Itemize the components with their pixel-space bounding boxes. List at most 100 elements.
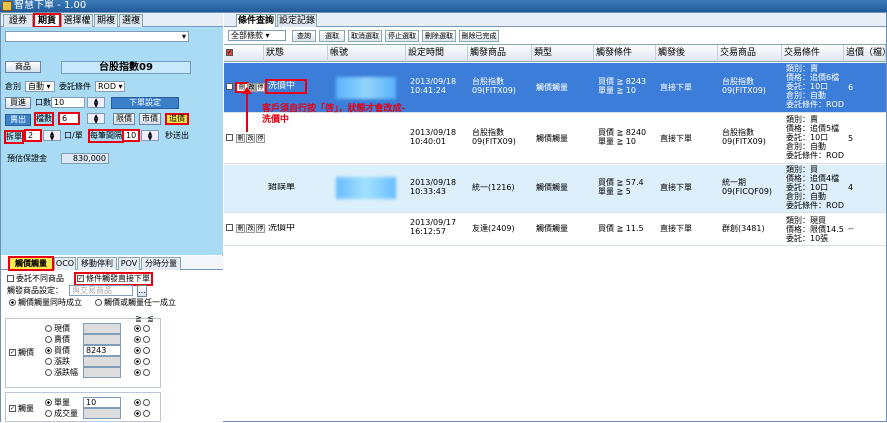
delete-icon[interactable]: 刪 (236, 224, 245, 233)
vol-ge-le-1[interactable] (134, 398, 152, 408)
radio-all[interactable] (9, 299, 16, 306)
sell-button[interactable]: 賣出 (5, 114, 31, 126)
margin-label: 預估保證金 (7, 154, 47, 163)
radio-all-option[interactable]: 觸價觸量同時成立 (9, 298, 82, 308)
price-field-2[interactable] (83, 334, 121, 345)
delete-select-button[interactable]: 刪除選取 (422, 30, 456, 42)
volume-field[interactable]: 10 (83, 397, 121, 408)
price-field-5[interactable] (83, 367, 121, 378)
price-opt-1[interactable]: 現價 (45, 324, 70, 334)
order-form: ▾ 商品 台股指數09 倉別 自動 ▾ 委託條件 ROD ▾ 買進 口數 10 … (1, 27, 223, 255)
price-check[interactable]: ✓ 觸價 (9, 348, 34, 358)
chase-button[interactable]: 追價 (165, 113, 189, 125)
select-button[interactable]: 選取 (319, 30, 345, 42)
radio-any[interactable] (95, 299, 102, 306)
price-ge-le-2[interactable] (134, 335, 152, 345)
price-opt-2[interactable]: 賣價 (45, 335, 70, 345)
vol-opt-1[interactable]: 單量 (45, 398, 70, 408)
place-order-button[interactable]: 下單設定 (111, 97, 179, 109)
cancel-select-button[interactable]: 取消選取 (348, 30, 382, 42)
col-chase[interactable]: 追價（檔） (844, 45, 887, 62)
col-after[interactable]: 觸發後 (656, 45, 718, 62)
start-icon[interactable]: 停 (256, 83, 265, 92)
trigger-product-field[interactable]: 與交易商品 (69, 285, 133, 296)
limit-button[interactable]: 限價 (113, 113, 135, 125)
table-row[interactable]: 刪 改 停 洗價中 2013/09/17 16:12:57 友達(2409) 觸… (224, 214, 886, 246)
tab-futures[interactable]: 期貨 (33, 13, 61, 28)
price-opt-5[interactable]: 漲跌幅 (45, 368, 78, 378)
tab-stock[interactable]: 證券 (3, 14, 33, 27)
price-opt-4[interactable]: 漲跌 (45, 357, 70, 367)
price-field[interactable]: 8243 (83, 345, 121, 356)
row-trade-condition: 類別：賣 價格：追價5檔 委託：10口 倉別：自動 委託條件：ROD (786, 115, 844, 160)
price-ge-le-3[interactable] (134, 346, 152, 356)
tab-options[interactable]: 選擇權 (61, 14, 93, 27)
select-all-col[interactable]: ✓ (224, 45, 264, 62)
col-type[interactable]: 類型 (532, 45, 594, 62)
tab-pov[interactable]: POV (118, 257, 140, 270)
stop-icon[interactable]: 停 (256, 134, 265, 143)
buy-button[interactable]: 買進 (5, 97, 31, 109)
vol-ge-le-2[interactable] (134, 409, 152, 419)
lots-stepper[interactable]: ▲ ▼ (87, 97, 105, 109)
market-button[interactable]: 市價 (139, 113, 161, 125)
product-button[interactable]: 商品 (5, 61, 41, 73)
row-status: 錯誤單 (268, 183, 296, 192)
tab-condition-query[interactable]: 條件查詢 (236, 14, 276, 27)
tab-options-combo[interactable]: 選複 (119, 14, 143, 27)
price-field-4[interactable] (83, 356, 121, 367)
price-opt-3[interactable]: 買價 (45, 346, 70, 356)
interval-field[interactable]: 10 (122, 129, 140, 142)
row-status: 洗價中 (268, 224, 296, 233)
edit-icon[interactable]: 改 (246, 224, 255, 233)
radio-any-option[interactable]: 觸價或觸量任一成立 (95, 298, 176, 308)
tab-time-split[interactable]: 分時分量 (141, 257, 181, 270)
vol-opt-2[interactable]: 成交量 (45, 409, 78, 419)
price-ge-le-4[interactable] (134, 357, 152, 367)
tab-settings-log[interactable]: 設定記錄 (277, 14, 317, 27)
tab-futures-combo[interactable]: 期複 (94, 14, 118, 27)
condition-select[interactable]: ROD ▾ (95, 81, 125, 92)
diff-product-option[interactable]: 委託不同商品 (7, 274, 64, 284)
price-ge-le-5[interactable] (134, 368, 152, 378)
price-ge-le-1[interactable] (134, 324, 152, 334)
stop-icon[interactable]: 停 (256, 224, 265, 233)
filter-select[interactable]: 全部條款 ▾ (228, 30, 286, 41)
col-trade-condition[interactable]: 交易條件 (782, 45, 844, 62)
col-status[interactable]: 狀態 (264, 45, 328, 62)
split-field[interactable]: 2 (24, 129, 42, 142)
col-trigger-product[interactable]: 觸發商品 (468, 45, 532, 62)
stop-select-button[interactable]: 停止選取 (385, 30, 419, 42)
tab-price-volume[interactable]: 觸價觸量 (8, 256, 54, 271)
direct-order-checkbox[interactable]: ✓ (77, 275, 84, 282)
split-stepper[interactable]: ▲ ▼ (43, 130, 61, 142)
col-condition[interactable]: 觸發條件 (594, 45, 656, 62)
price-field-1[interactable] (83, 323, 121, 334)
split-label: 拆單 (4, 130, 24, 144)
delete-icon[interactable]: 刪 (236, 134, 245, 143)
diff-product-checkbox[interactable] (7, 275, 14, 282)
tab-oco[interactable]: OCO (54, 257, 76, 270)
edit-icon[interactable]: 改 (246, 134, 255, 143)
account-select[interactable]: ▾ (5, 31, 189, 42)
col-trade-product[interactable]: 交易商品 (718, 45, 782, 62)
query-button[interactable]: 查詢 (292, 30, 316, 42)
row-trigger-product: 台股指數 09(FITX09) (472, 128, 516, 146)
table-row[interactable]: 錯誤單 2013/09/18 10:33:43 統一(1216) 觸價觸量 買價… (224, 165, 886, 213)
row-type: 觸價觸量 (536, 83, 568, 92)
position-select[interactable]: 自動 ▾ (25, 81, 55, 92)
col-time[interactable]: 設定時間 (406, 45, 468, 62)
ticks-field[interactable]: 6 (58, 112, 80, 125)
ticks-stepper[interactable]: ▲ ▼ (87, 113, 105, 125)
volume-field-2[interactable] (83, 408, 121, 419)
col-account[interactable]: 帳號 (328, 45, 406, 62)
tab-trailing[interactable]: 移動停利 (77, 257, 117, 270)
direct-order-option[interactable]: ✓ 條件觸發直接下單 (74, 272, 153, 286)
row-trade-product: 台股指數 09(FITX09) (722, 77, 766, 95)
delete-done-button[interactable]: 刪除已完成 (459, 30, 499, 42)
lots-field[interactable]: 10 (51, 97, 85, 108)
interval-stepper[interactable]: ▲ ▼ (141, 130, 159, 142)
trigger-product-button[interactable]: … (137, 285, 147, 297)
toolbar: 全部條款 ▾ 查詢 選取 取消選取 停止選取 刪除選取 刪除已完成 (224, 29, 886, 43)
volume-check[interactable]: ✓ 觸量 (9, 404, 34, 414)
